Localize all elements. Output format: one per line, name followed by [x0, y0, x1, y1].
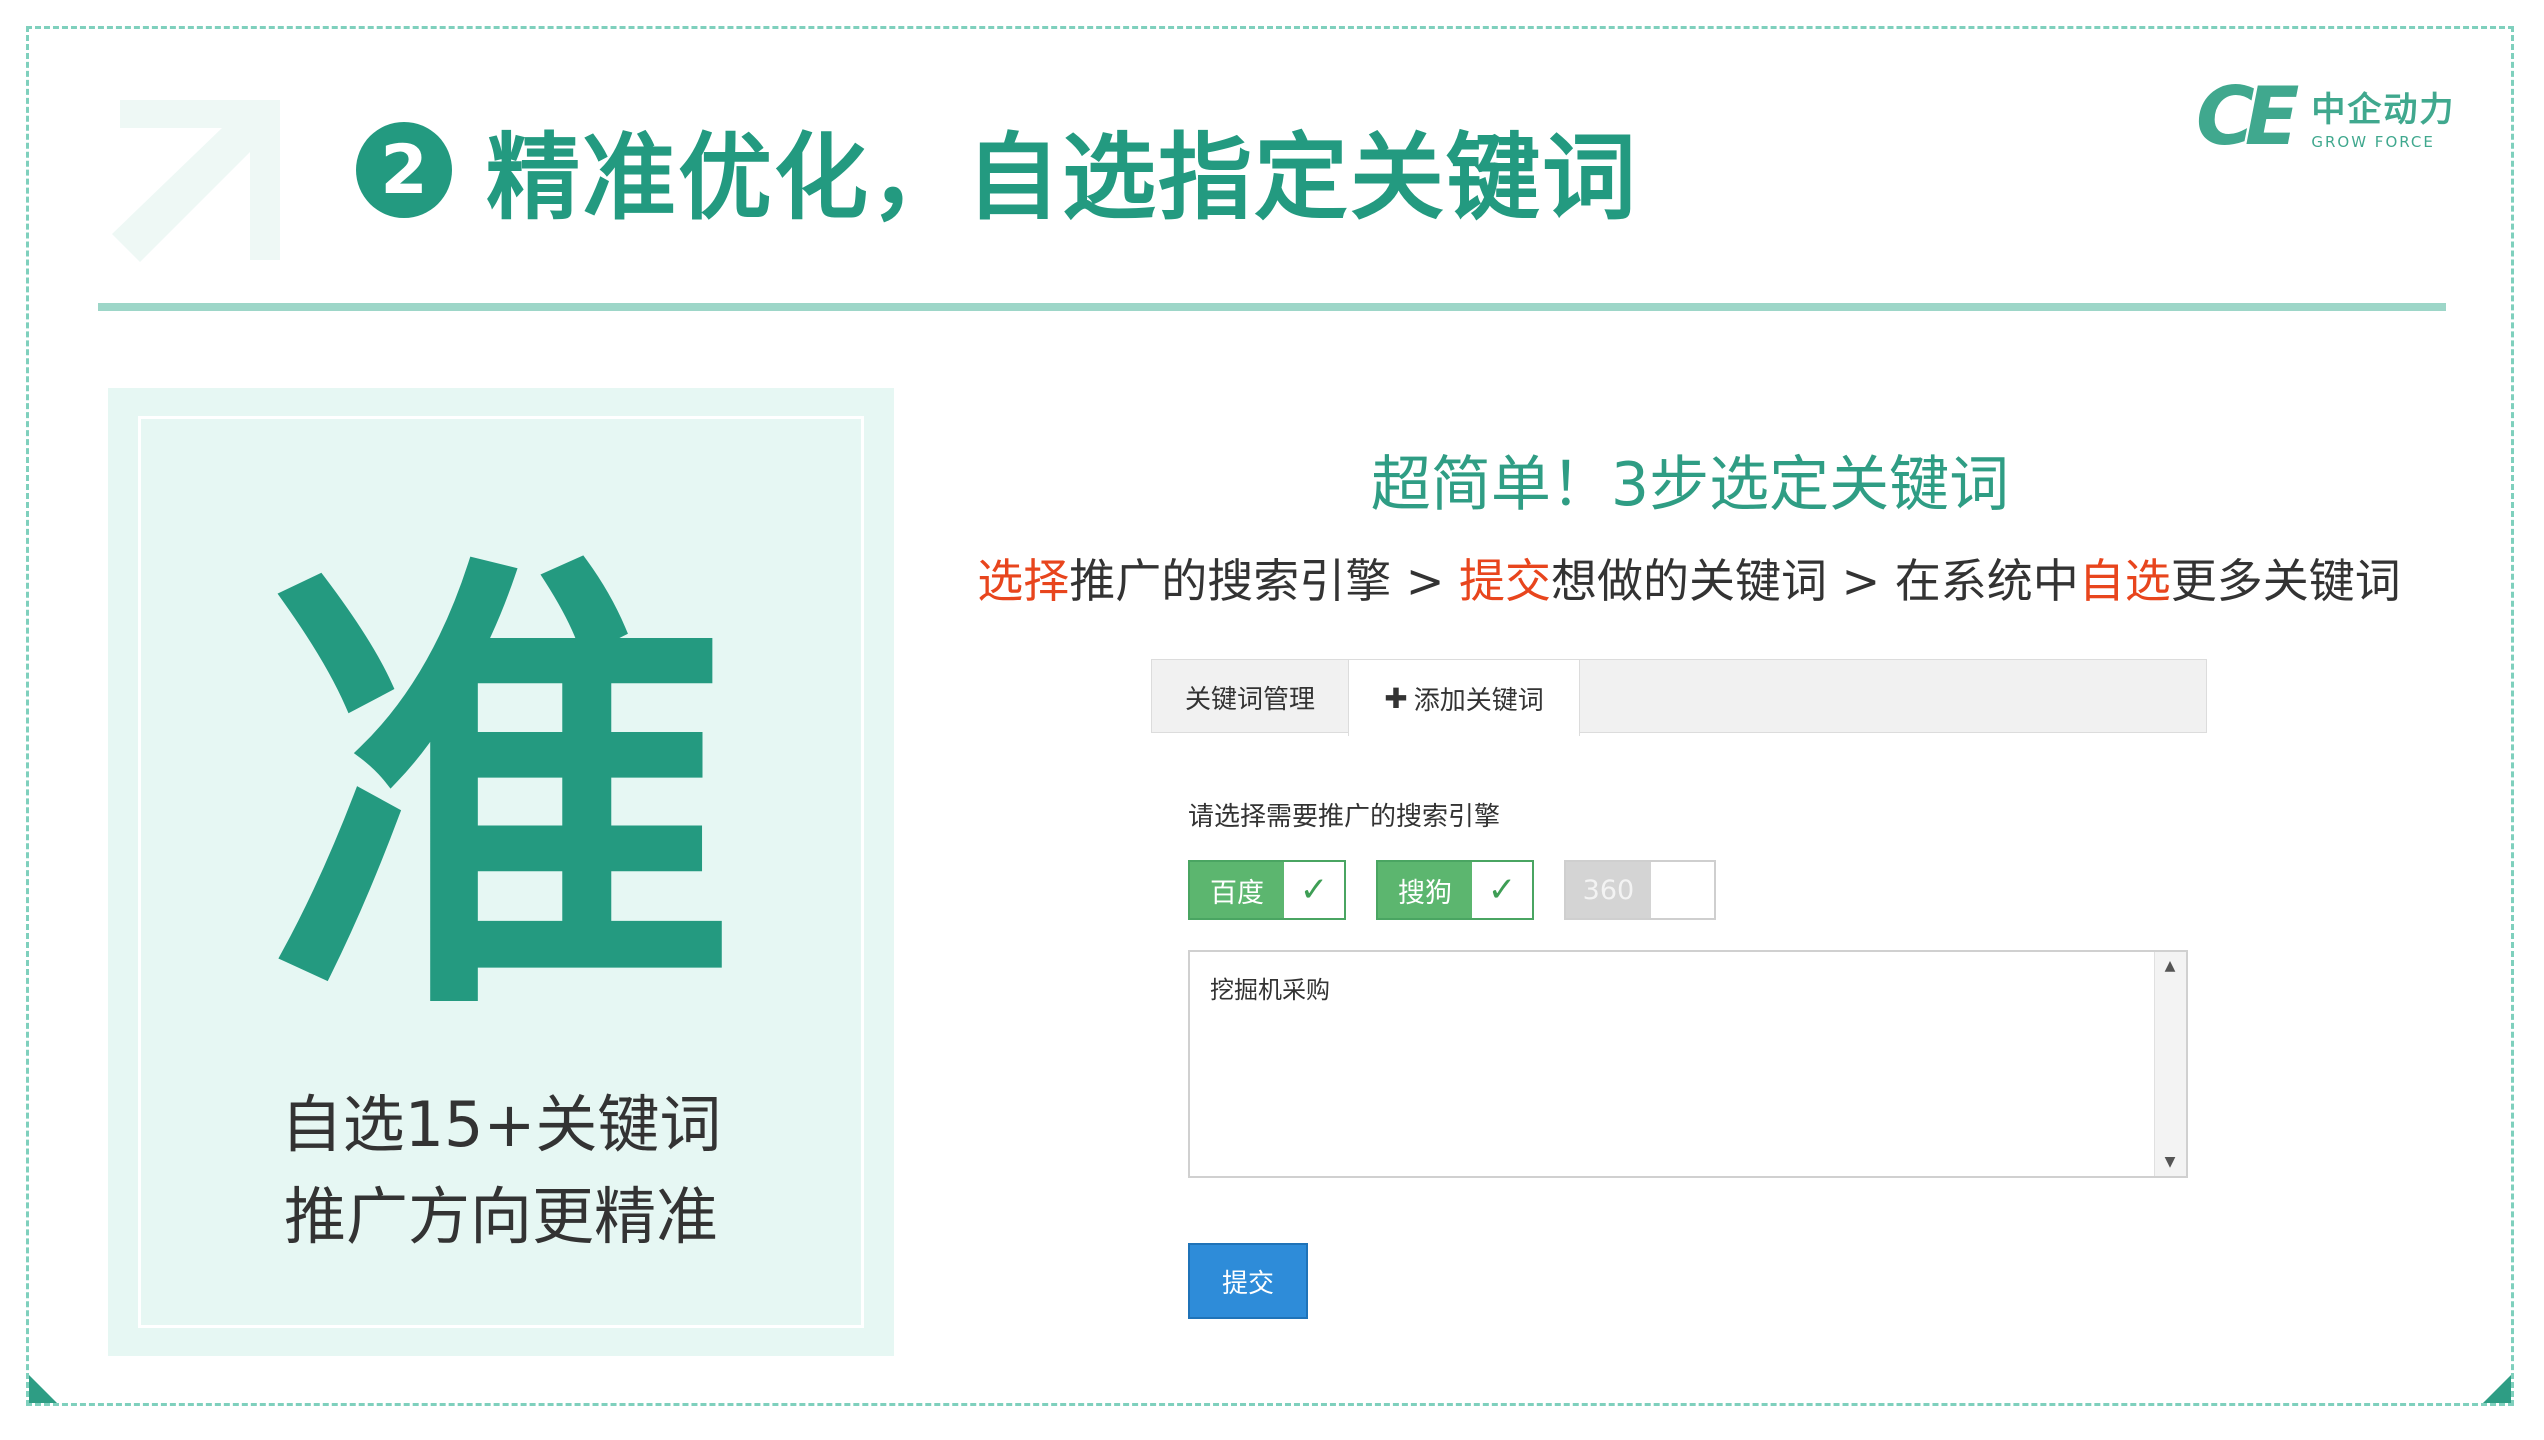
tab-keyword-management[interactable]: 关键词管理 [1152, 660, 1348, 734]
engine-toggle-360[interactable]: 360 [1564, 860, 1716, 920]
caption-line: 推广方向更精准 [283, 1180, 718, 1253]
engine-label: 360 [1566, 862, 1651, 918]
page-title: 精准优化，自选指定关键词 [486, 124, 1639, 233]
step-highlight: 提交 [1459, 554, 1551, 608]
feature-panel: 准 自选15+关键词 推广方向更精准 [108, 388, 894, 1356]
title-divider [98, 303, 2446, 311]
feature-panel-inner: 准 自选15+关键词 推广方向更精准 [138, 416, 864, 1328]
logo-name-cn: 中企动力 [2311, 90, 2456, 130]
engine-toggle-baidu[interactable]: 百度 ✓ [1188, 860, 1346, 920]
step-text: 推广的搜索引擎 [1069, 554, 1392, 608]
textarea-scrollbar[interactable]: ▲ ▼ [2154, 952, 2186, 1176]
caption-line: 自选15+关键词 [280, 1088, 722, 1161]
feature-character: 准 [266, 520, 736, 1067]
step-separator: > [1827, 554, 1895, 608]
plus-icon: ✚ [1384, 681, 1408, 715]
section-title: 超简单！3步选定关键词 [1370, 450, 2010, 520]
logo-name-en: GROW FORCE [2311, 133, 2435, 151]
corner-decoration [29, 1375, 57, 1403]
submit-button[interactable]: 提交 [1188, 1243, 1308, 1319]
tab-bar: 关键词管理 ✚ 添加关键词 [1151, 659, 2207, 736]
engine-label: 百度 [1190, 862, 1284, 918]
step-highlight: 自选 [2078, 554, 2171, 608]
tab-add-keyword[interactable]: ✚ 添加关键词 [1348, 660, 1580, 736]
tab-label: 添加关键词 [1413, 685, 1544, 716]
step-separator: > [1391, 554, 1459, 608]
checkbox-empty [1650, 862, 1714, 918]
engine-toggle-sogou[interactable]: 搜狗 ✓ [1376, 860, 1534, 920]
corner-decoration [2483, 1375, 2511, 1403]
feature-caption: 自选15+关键词 推广方向更精准 [141, 1079, 861, 1263]
scroll-down-icon[interactable]: ▼ [2155, 1154, 2185, 1170]
step-number-badge: 2 [356, 122, 452, 218]
steps-description: 选择推广的搜索引擎 > 提交想做的关键词 > 在系统中自选更多关键词 [954, 545, 2424, 611]
scroll-up-icon[interactable]: ▲ [2155, 958, 2185, 974]
step-text: 更多关键词 [2170, 554, 2401, 608]
keywords-textarea[interactable]: 挖掘机采购 [1188, 950, 2188, 1178]
arrow-decoration-icon [112, 100, 280, 262]
step-highlight: 选择 [977, 554, 1070, 608]
slide-title: 2 精准优化，自选指定关键词 [356, 100, 1638, 240]
logo-mark: CE [2196, 70, 2299, 163]
tab-label: 关键词管理 [1184, 684, 1315, 715]
checkmark-icon: ✓ [1472, 862, 1532, 918]
checkmark-icon: ✓ [1284, 862, 1344, 918]
brand-logo: CE 中企动力 GROW FORCE [2196, 70, 2455, 163]
step-text: 在系统中 [1894, 554, 2079, 608]
engine-label: 搜狗 [1378, 862, 1472, 918]
engine-select-label: 请选择需要推广的搜索引擎 [1188, 802, 1501, 832]
step-text: 想做的关键词 [1551, 554, 1827, 608]
